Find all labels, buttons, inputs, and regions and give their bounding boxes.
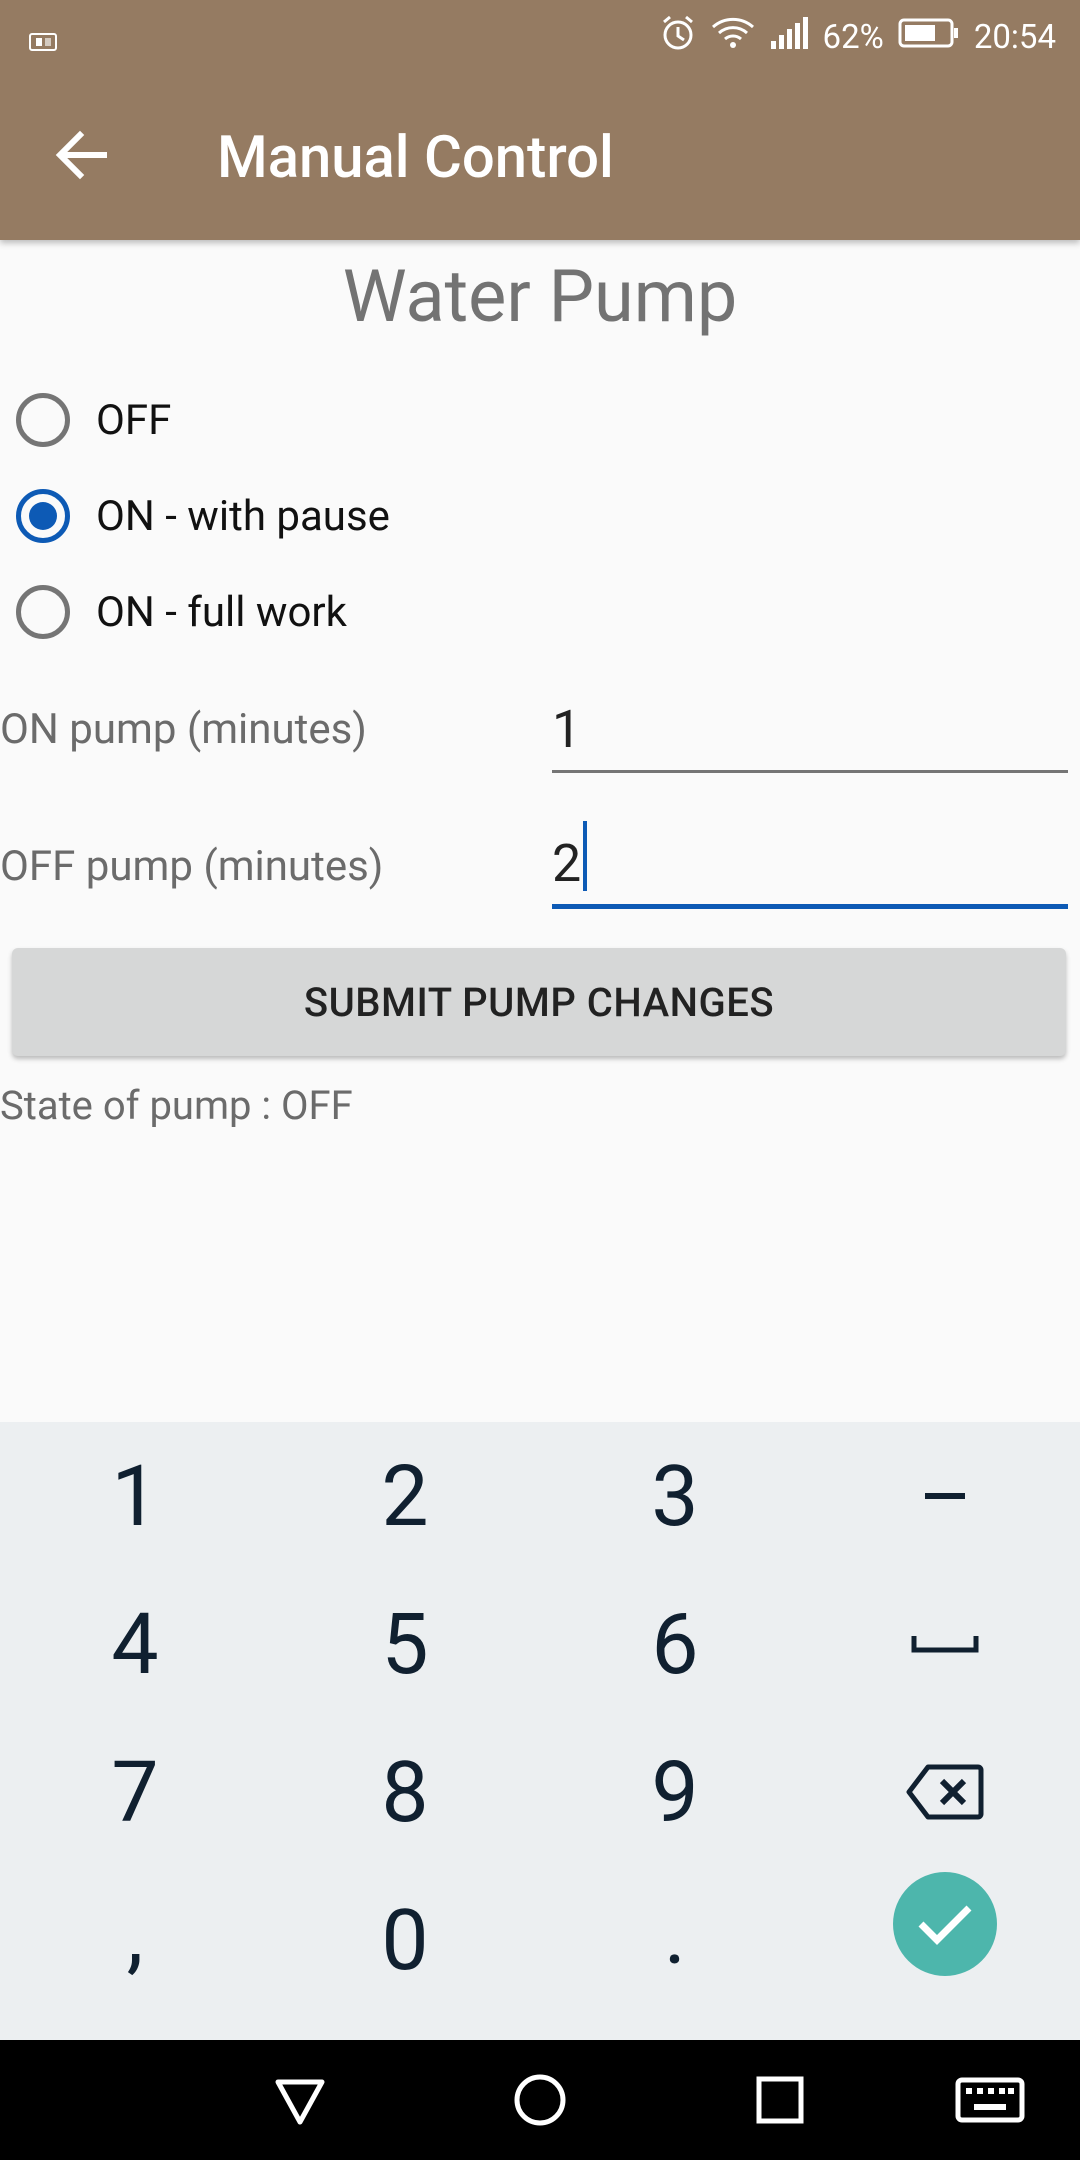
- key-comma[interactable]: ,: [0, 1866, 270, 2014]
- off-pump-label: OFF pump (minutes): [0, 842, 384, 891]
- alarm-icon: [659, 14, 697, 61]
- app-bar: 62% 20:54 Manual Control: [0, 0, 1080, 240]
- off-pump-value-wrap: 2: [552, 821, 588, 894]
- submit-pump-changes-button[interactable]: SUBMIT PUMP CHANGES: [12, 948, 1066, 1056]
- home-circle-icon[interactable]: [500, 2060, 580, 2140]
- radio-label: ON - with pause: [96, 491, 390, 541]
- off-pump-value: 2: [552, 833, 582, 894]
- pump-state-text: State of pump : OFF: [0, 1082, 353, 1129]
- key-8[interactable]: 8: [270, 1718, 540, 1866]
- signal-icon: [769, 15, 809, 60]
- key-9[interactable]: 9: [540, 1718, 810, 1866]
- radio-label: ON - full work: [96, 587, 347, 637]
- on-pump-value: 1: [552, 699, 582, 760]
- key-7[interactable]: 7: [0, 1718, 270, 1866]
- key-4[interactable]: 4: [0, 1570, 270, 1718]
- radio-label: OFF: [96, 395, 172, 445]
- recents-square-icon[interactable]: [740, 2060, 820, 2140]
- section-title: Water Pump: [342, 254, 738, 339]
- radio-off[interactable]: OFF: [16, 380, 171, 460]
- radio-button[interactable]: [16, 585, 70, 639]
- on-pump-input[interactable]: 1: [552, 699, 1068, 773]
- numeric-keyboard: 1 2 3 4 5 6 7 8 9 , 0 .: [0, 1422, 1080, 2040]
- navigation-bar: [0, 2040, 1080, 2160]
- sim-icon: [28, 24, 64, 63]
- radio-on-with-pause[interactable]: ON - with pause: [16, 476, 390, 556]
- wifi-icon: [711, 15, 755, 60]
- on-pump-label: ON pump (minutes): [0, 705, 367, 754]
- key-0[interactable]: 0: [270, 1866, 540, 2014]
- key-minus[interactable]: [810, 1422, 1080, 1570]
- key-period[interactable]: .: [540, 1866, 810, 2014]
- page-title: Manual Control: [217, 124, 614, 192]
- key-5[interactable]: 5: [270, 1570, 540, 1718]
- radio-button-selected[interactable]: [16, 489, 70, 543]
- key-2[interactable]: 2: [270, 1422, 540, 1570]
- key-6[interactable]: 6: [540, 1570, 810, 1718]
- off-pump-input[interactable]: 2: [552, 821, 1068, 909]
- key-3[interactable]: 3: [540, 1422, 810, 1570]
- back-triangle-icon[interactable]: [260, 2060, 340, 2140]
- battery-icon: [898, 17, 960, 58]
- text-caret: [583, 821, 588, 891]
- backspace-icon[interactable]: [810, 1718, 1080, 1866]
- check-icon: [893, 1872, 997, 1976]
- status-bar: 62% 20:54: [0, 0, 1080, 72]
- clock: 20:54: [973, 18, 1056, 57]
- space-icon[interactable]: [810, 1570, 1080, 1718]
- enter-key[interactable]: [810, 1850, 1080, 1998]
- key-1[interactable]: 1: [0, 1422, 270, 1570]
- radio-button[interactable]: [16, 393, 70, 447]
- radio-on-full-work[interactable]: ON - full work: [16, 572, 347, 652]
- battery-percent: 62%: [822, 18, 884, 57]
- keyboard-icon[interactable]: [950, 2060, 1030, 2140]
- back-arrow-icon[interactable]: [52, 125, 112, 185]
